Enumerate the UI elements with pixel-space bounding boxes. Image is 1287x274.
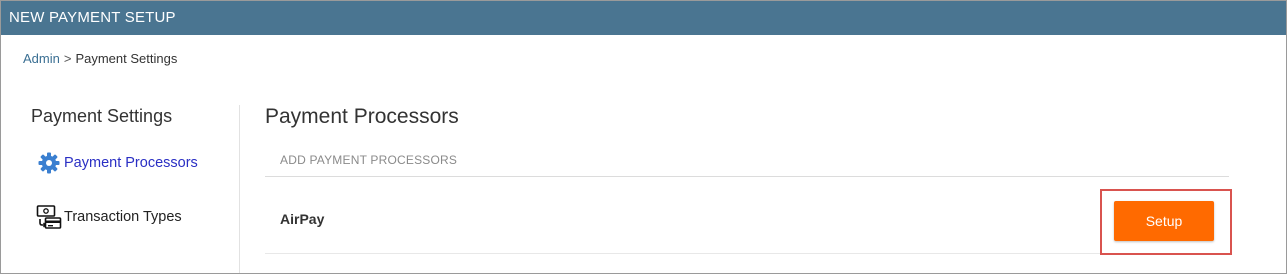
sidebar-divider (239, 105, 240, 273)
setup-button-highlight: Setup (1100, 189, 1232, 255)
sidebar-item-label: Transaction Types (64, 209, 182, 225)
breadcrumb-admin-link[interactable]: Admin (23, 51, 60, 66)
gear-icon (36, 150, 62, 176)
sidebar-item-payment-processors[interactable]: Payment Processors (36, 150, 198, 176)
sidebar: Payment Settings Payment Processors Tran… (31, 105, 231, 229)
breadcrumb: Admin > Payment Settings (23, 51, 177, 66)
sidebar-item-transaction-types[interactable]: Transaction Types (36, 204, 182, 230)
breadcrumb-current: Payment Settings (75, 51, 178, 66)
window-title: NEW PAYMENT SETUP (9, 9, 176, 26)
app-window: NEW PAYMENT SETUP Admin > Payment Settings… (0, 0, 1287, 274)
section-header: ADD PAYMENT PROCESSORS (265, 151, 1229, 177)
processor-row: AirPay Setup (265, 177, 1232, 255)
processor-name: AirPay (280, 211, 325, 227)
main-content: Payment Processors ADD PAYMENT PROCESSOR… (265, 103, 1232, 255)
sidebar-title: Payment Settings (31, 106, 173, 126)
setup-button[interactable]: Setup (1114, 201, 1214, 241)
page-title: Payment Processors (265, 105, 459, 128)
breadcrumb-separator: > (63, 51, 72, 66)
window-titlebar: NEW PAYMENT SETUP (1, 1, 1286, 35)
transaction-types-icon (36, 204, 62, 230)
sidebar-item-label: Payment Processors (64, 155, 198, 171)
